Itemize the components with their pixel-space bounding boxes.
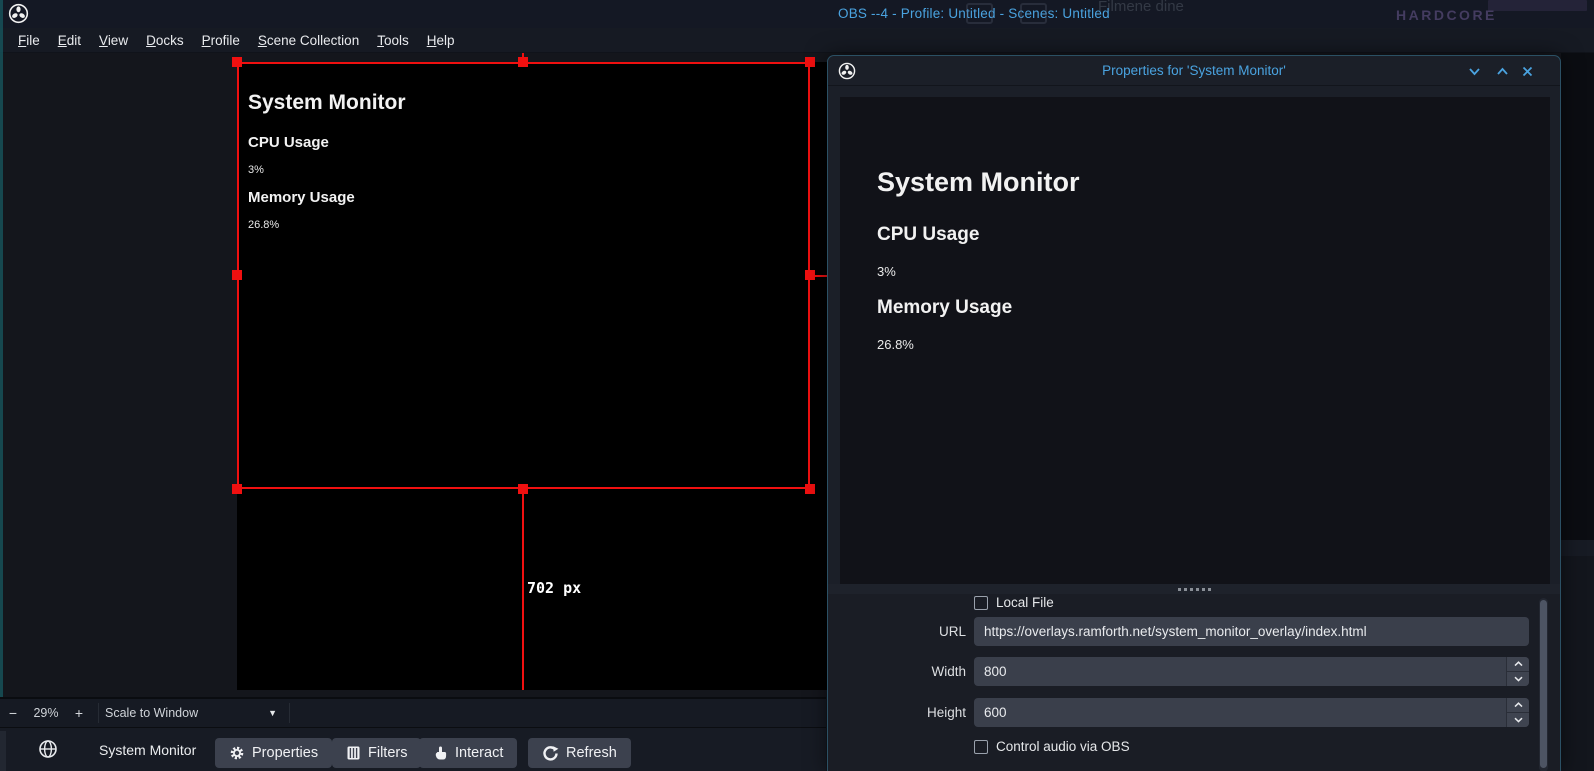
refresh-button[interactable]: Refresh <box>528 738 631 768</box>
width-input[interactable] <box>974 657 1529 686</box>
ghost-artifact-text: Filmene dine <box>1098 0 1184 15</box>
browser-source-content: System Monitor CPU Usage 3% Memory Usage… <box>877 167 1080 370</box>
window-titlebar: OBS --4 - Profile: Untitled - Scenes: Un… <box>0 0 1594 28</box>
properties-button-label: Properties <box>252 745 318 761</box>
ghost-artifact-watermark: HARDCORE <box>1396 7 1497 23</box>
interact-button-label: Interact <box>455 745 503 761</box>
filters-button[interactable]: Filters <box>332 738 421 768</box>
properties-dialog: Properties for 'System Monitor' System M… <box>827 55 1561 771</box>
ghost-artifact-bar <box>1488 0 1587 11</box>
toolbar-separator <box>98 703 99 723</box>
zoom-in-button[interactable]: + <box>66 705 92 721</box>
zoom-out-button[interactable]: − <box>0 705 26 721</box>
handle-mid-left[interactable] <box>232 270 242 280</box>
control-audio-checkbox[interactable] <box>974 740 988 754</box>
overlay-title: System Monitor <box>877 167 1080 198</box>
refresh-button-label: Refresh <box>566 745 617 761</box>
local-file-label: Local File <box>996 595 1054 610</box>
window-right-region <box>1561 53 1594 771</box>
browser-source-icon <box>38 739 58 759</box>
height-step-up[interactable] <box>1507 698 1529 713</box>
ghost-artifact-box <box>966 3 993 24</box>
toolbar-separator <box>289 703 290 723</box>
ghost-artifact-box <box>1020 3 1047 24</box>
overlay-cpu-value: 3% <box>877 264 1080 279</box>
menu-tools[interactable]: Tools <box>368 30 418 51</box>
control-audio-row: Control audio via OBS <box>974 739 1130 754</box>
local-file-checkbox[interactable] <box>974 596 988 610</box>
chevron-down-icon[interactable] <box>1468 65 1481 78</box>
handle-bottom-right[interactable] <box>805 484 815 494</box>
properties-button[interactable]: Properties <box>215 738 332 768</box>
source-toolbar: System Monitor Properties Filters Intera <box>0 727 826 771</box>
url-label: URL <box>866 624 966 639</box>
dialog-titlebar[interactable]: Properties for 'System Monitor' <box>828 56 1560 86</box>
close-icon[interactable] <box>1521 65 1534 78</box>
scale-mode-select[interactable]: Scale to Window <box>105 706 198 720</box>
handle-bottom-center[interactable] <box>518 484 528 494</box>
source-selection-box[interactable] <box>237 62 810 489</box>
chevron-up-icon <box>1514 661 1523 667</box>
chevron-up-icon <box>1514 702 1523 708</box>
menu-edit[interactable]: Edit <box>49 30 90 51</box>
height-stepper <box>1506 698 1529 727</box>
zoom-level: 29% <box>26 706 66 720</box>
chevron-down-icon <box>1514 717 1523 723</box>
handle-top-left[interactable] <box>232 57 242 67</box>
properties-form: Local File URL Width Height <box>828 594 1560 771</box>
overlay-mem-label: Memory Usage <box>877 297 1080 319</box>
menu-help[interactable]: Help <box>418 30 464 51</box>
filters-button-label: Filters <box>368 745 407 761</box>
control-audio-label: Control audio via OBS <box>996 739 1130 754</box>
source-properties-preview: System Monitor CPU Usage 3% Memory Usage… <box>840 97 1550 584</box>
handle-mid-right[interactable] <box>805 270 815 280</box>
measure-guide-bottom <box>522 489 524 690</box>
overlay-mem-value: 26.8% <box>877 337 1080 352</box>
menu-profile[interactable]: Profile <box>193 30 249 51</box>
preview-zoom-toolbar: − 29% + Scale to Window ▼ <box>0 697 826 727</box>
local-file-row: Local File <box>974 595 1054 610</box>
chevron-down-icon <box>1514 676 1523 682</box>
menu-scene-collection[interactable]: Scene Collection <box>249 30 368 51</box>
width-step-up[interactable] <box>1507 657 1529 672</box>
measure-label: 702 px <box>527 579 581 597</box>
url-input[interactable] <box>974 617 1529 646</box>
obs-logo-icon <box>8 3 29 24</box>
menu-view[interactable]: View <box>90 30 137 51</box>
height-step-down[interactable] <box>1507 713 1529 727</box>
height-input[interactable] <box>974 698 1529 727</box>
chevron-up-icon[interactable] <box>1496 65 1509 78</box>
dock-edge <box>0 731 6 771</box>
height-label: Height <box>866 705 966 720</box>
selected-source-name: System Monitor <box>99 742 196 758</box>
width-step-down[interactable] <box>1507 672 1529 686</box>
overlay-cpu-label: CPU Usage <box>877 224 1080 246</box>
width-stepper <box>1506 657 1529 686</box>
form-scrollbar <box>1539 598 1548 771</box>
width-label: Width <box>866 664 966 679</box>
menu-docks[interactable]: Docks <box>137 30 193 51</box>
refresh-icon <box>542 745 559 762</box>
preview-splitter-handle[interactable] <box>828 584 1560 594</box>
menu-file[interactable]: File <box>9 30 49 51</box>
filters-icon <box>346 745 361 761</box>
dock-edge-highlight <box>0 0 3 697</box>
interact-button[interactable]: Interact <box>419 738 517 768</box>
interact-hand-icon <box>433 745 448 761</box>
scrollbar-thumb[interactable] <box>1540 600 1547 768</box>
handle-top-right[interactable] <box>805 57 815 67</box>
dialog-title: Properties for 'System Monitor' <box>828 63 1560 78</box>
gear-icon <box>229 745 245 761</box>
menu-bar: File Edit View Docks Profile Scene Colle… <box>0 28 1594 53</box>
obs-main-window: OBS --4 - Profile: Untitled - Scenes: Un… <box>0 0 1594 771</box>
handle-top-center[interactable] <box>518 57 528 67</box>
chevron-down-icon[interactable]: ▼ <box>268 708 277 718</box>
handle-bottom-left[interactable] <box>232 484 242 494</box>
